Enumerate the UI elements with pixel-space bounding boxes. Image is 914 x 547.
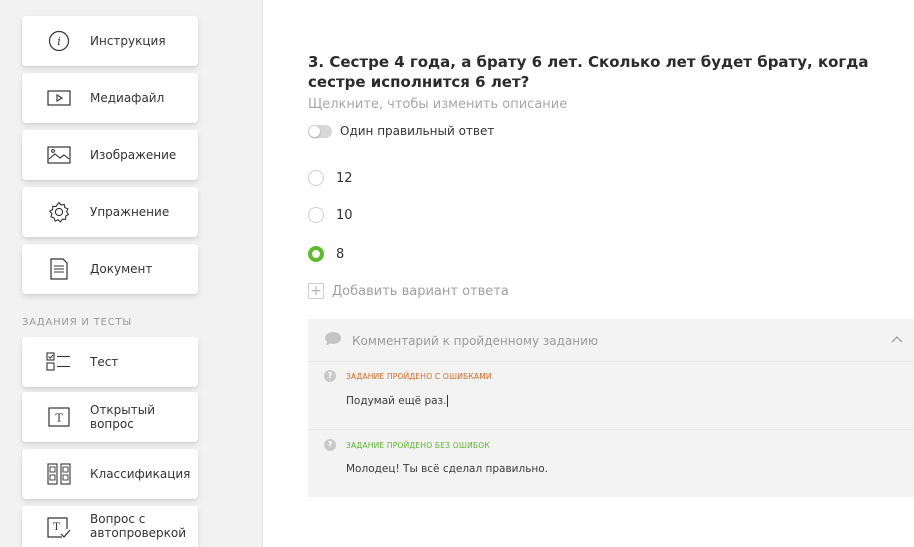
radio-button[interactable]: [308, 170, 324, 186]
divider: [308, 429, 914, 430]
svg-text:T: T: [55, 412, 63, 425]
document-icon: [46, 256, 72, 282]
question-mark-icon: ?: [324, 370, 336, 382]
sidebar-item-open-question[interactable]: T Открытый вопрос: [22, 392, 198, 442]
classification-icon: [46, 461, 72, 487]
sidebar-item-autocheck-question[interactable]: T Вопрос с автопроверкой: [22, 506, 198, 547]
label-line-2: автопроверкой: [90, 526, 187, 540]
autocheck-icon: T: [46, 515, 72, 541]
single-answer-toggle-row[interactable]: Один правильный ответ: [308, 124, 494, 138]
svg-text:i: i: [57, 35, 61, 48]
sidebar-item-label: Упражнение: [90, 205, 170, 219]
image-icon: [46, 142, 72, 168]
add-answer-option-label: Добавить вариант ответа: [332, 283, 509, 299]
speech-bubble-icon: [324, 331, 342, 350]
sidebar-item-label: Тест: [90, 355, 119, 369]
success-comment-field[interactable]: Молодец! Ты всё сделал правильно.: [346, 463, 548, 475]
text-caret: [447, 395, 449, 407]
sidebar-item-label: Документ: [90, 262, 153, 276]
label-line-2: вопрос: [90, 417, 134, 431]
radio-button[interactable]: [308, 207, 324, 223]
sidebar-item-instruction[interactable]: i Инструкция: [22, 16, 198, 66]
answer-option-label[interactable]: 10: [336, 208, 353, 223]
success-status-row: ? ЗАДАНИЕ ПРОЙДЕНО БЕЗ ОШИБОК: [324, 439, 490, 451]
sidebar-item-label: Медиафайл: [90, 91, 165, 105]
error-comment-field[interactable]: Подумай ещё раз.: [346, 395, 449, 407]
sidebar-item-test[interactable]: Тест: [22, 337, 198, 387]
sidebar-item-document[interactable]: Документ: [22, 244, 198, 294]
gear-icon: [46, 199, 72, 225]
answer-option[interactable]: 10: [308, 207, 353, 223]
label-line-1: Открытый: [90, 403, 156, 417]
divider: [308, 361, 914, 362]
sidebar: i Инструкция Медиафайл Изображение Упраж…: [0, 0, 263, 547]
answer-option-selected[interactable]: 8: [308, 246, 344, 262]
checklist-icon: [46, 349, 72, 375]
single-answer-toggle[interactable]: [308, 124, 332, 138]
sidebar-item-label: Классификация: [90, 467, 191, 481]
sidebar-item-media[interactable]: Медиафайл: [22, 73, 198, 123]
answer-option-label[interactable]: 8: [336, 247, 344, 262]
error-comment-text[interactable]: Подумай ещё раз.: [346, 395, 446, 407]
success-comment-text[interactable]: Молодец! Ты всё сделал правильно.: [346, 463, 548, 475]
sidebar-item-exercise[interactable]: Упражнение: [22, 187, 198, 237]
text-box-icon: T: [46, 404, 72, 430]
plus-icon: +: [308, 283, 324, 299]
single-answer-label: Один правильный ответ: [340, 124, 495, 138]
radio-button-checked[interactable]: [308, 246, 324, 262]
error-status-badge: ЗАДАНИЕ ПРОЙДЕНО С ОШИБКАМИ: [346, 371, 492, 381]
sidebar-item-label: Инструкция: [90, 34, 166, 48]
answer-option[interactable]: 12: [308, 170, 353, 186]
sidebar-item-label: Вопрос с автопроверкой: [90, 512, 186, 540]
question-mark-icon: ?: [324, 439, 336, 451]
sidebar-item-classification[interactable]: Классификация: [22, 449, 198, 499]
comment-panel-title: Комментарий к пройденному заданию: [352, 333, 599, 348]
add-answer-option-button[interactable]: + Добавить вариант ответа: [308, 283, 509, 299]
label-line-1: Вопрос с: [90, 512, 146, 526]
completion-comment-panel: Комментарий к пройденному заданию ? ЗАДА…: [308, 319, 914, 497]
media-play-icon: [46, 85, 72, 111]
comment-panel-header[interactable]: Комментарий к пройденному заданию: [324, 331, 598, 350]
chevron-up-icon[interactable]: [890, 329, 904, 348]
answer-option-label[interactable]: 12: [336, 171, 353, 186]
section-label-tasks-tests: ЗАДАНИЯ И ТЕСТЫ: [22, 317, 133, 328]
svg-text:T: T: [53, 522, 60, 533]
error-status-row: ? ЗАДАНИЕ ПРОЙДЕНО С ОШИБКАМИ: [324, 370, 492, 382]
success-status-badge: ЗАДАНИЕ ПРОЙДЕНО БЕЗ ОШИБОК: [346, 440, 490, 450]
question-title[interactable]: 3. Сестре 4 года, а брату 6 лет. Сколько…: [308, 52, 914, 92]
sidebar-item-label: Открытый вопрос: [90, 403, 155, 431]
sidebar-item-image[interactable]: Изображение: [22, 130, 198, 180]
question-editor: 3. Сестре 4 года, а брату 6 лет. Сколько…: [262, 0, 914, 547]
question-description-placeholder[interactable]: Щелкните, чтобы изменить описание: [308, 97, 567, 112]
sidebar-item-label: Изображение: [90, 148, 177, 162]
info-icon: i: [46, 28, 72, 54]
